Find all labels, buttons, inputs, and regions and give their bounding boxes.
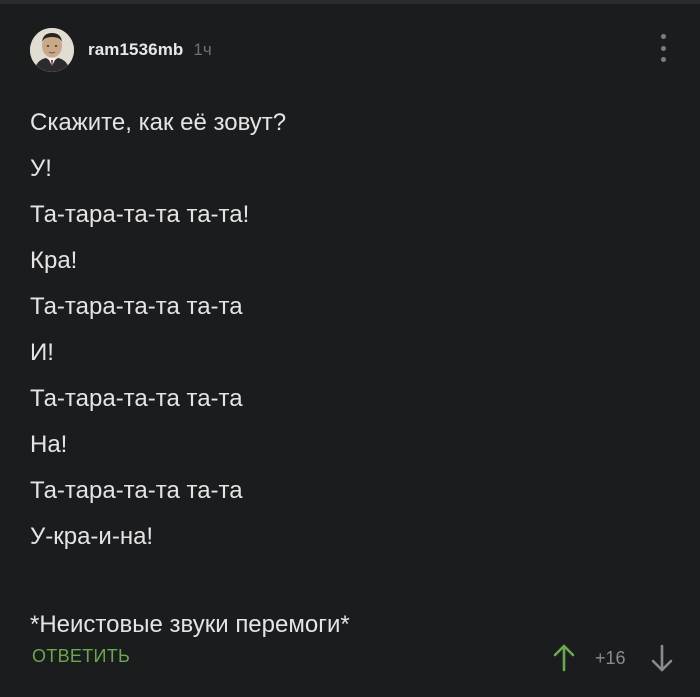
comment: ram1536mb 1ч Скажите, как её зовут? У! Т… [0, 4, 700, 697]
comment-line: И! [30, 339, 54, 366]
comment-header: ram1536mb 1ч [30, 28, 212, 72]
avatar-portrait-icon [30, 28, 74, 72]
downvote-button[interactable] [650, 644, 674, 672]
reply-button[interactable]: ОТВЕТИТЬ [32, 646, 130, 667]
comment-line: На! [30, 431, 68, 458]
comment-line: Та-тара-та-та та-та! [30, 201, 250, 228]
comment-time: 1ч [193, 40, 212, 59]
more-vertical-icon-dot [660, 45, 666, 51]
avatar[interactable] [30, 28, 74, 72]
comment-line: Та-тара-та-та та-та [30, 385, 243, 412]
comment-line: Скажите, как её зовут? [30, 109, 287, 136]
more-vertical-icon-dot [660, 57, 666, 62]
comment-line: Та-тара-та-та та-та [30, 293, 243, 320]
comment-line: Та-тара-та-та та-та [30, 477, 243, 504]
author-name[interactable]: ram1536mb [88, 40, 183, 60]
upvote-button[interactable] [552, 644, 576, 672]
more-options-button[interactable] [660, 34, 666, 62]
arrow-up-icon [553, 644, 575, 672]
arrow-down-icon [651, 644, 673, 672]
comment-body: Скажите, как её зовут? У! Та-тара-та-та … [30, 100, 670, 648]
comment-footer: ОТВЕТИТЬ +16 [30, 634, 680, 674]
rating-score: +16 [595, 648, 626, 668]
comment-line: У! [30, 155, 52, 182]
more-vertical-icon [660, 34, 666, 39]
comment-line: У-кра-и-на! [30, 523, 154, 550]
comment-line: Кра! [30, 247, 78, 274]
